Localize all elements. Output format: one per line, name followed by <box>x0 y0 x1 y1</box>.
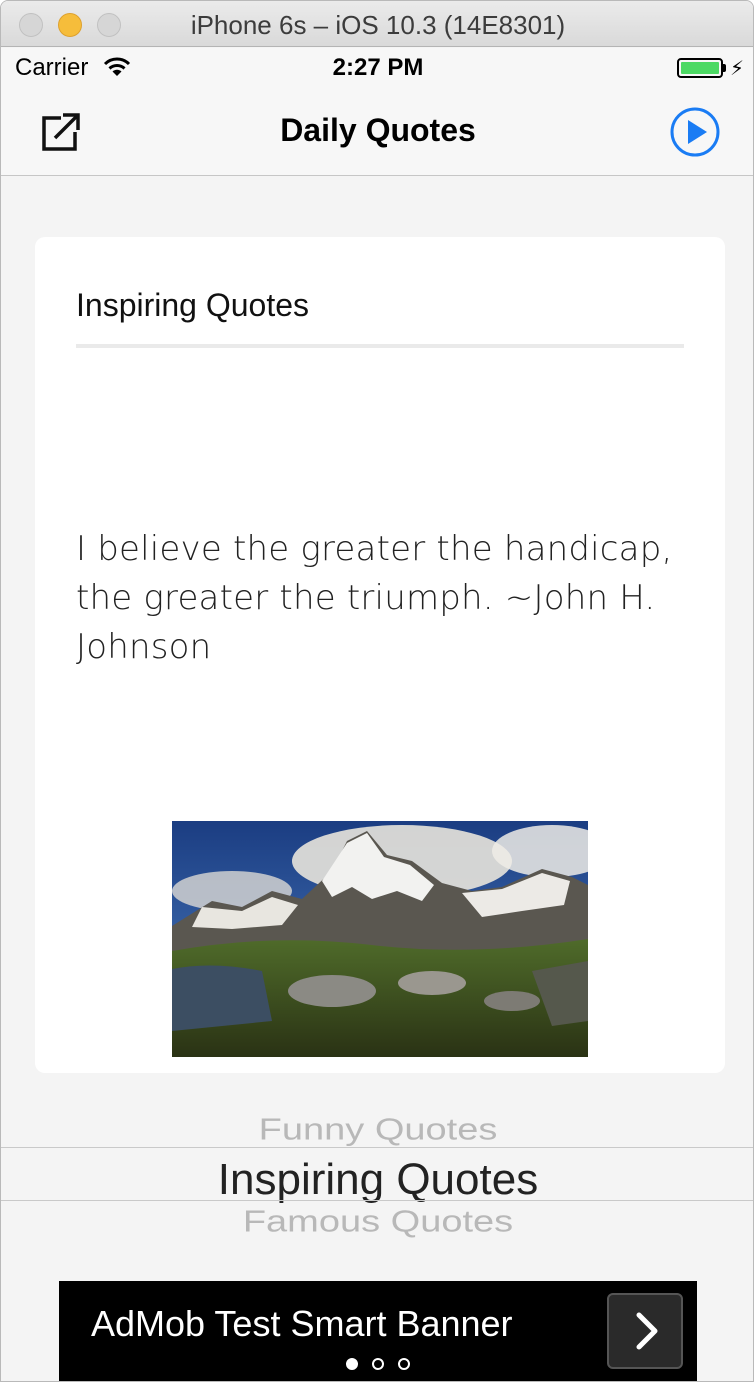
category-picker[interactable]: Funny Quotes Inspiring Quotes Famous Quo… <box>1 1083 753 1243</box>
navigation-bar: Daily Quotes <box>1 88 753 176</box>
simulator-window: iPhone 6s – iOS 10.3 (14E8301) Carrier 2… <box>0 0 754 1382</box>
picker-option-selected[interactable]: Inspiring Quotes <box>1 1155 753 1205</box>
picker-option-next[interactable]: Famous Quotes <box>1 1205 753 1239</box>
picker-option-previous[interactable]: Funny Quotes <box>1 1113 753 1147</box>
picker-selection-bottom-line <box>1 1200 753 1201</box>
picker-selection-top-line <box>1 1147 753 1148</box>
quote-card: Inspiring Quotes I believe the greater t… <box>35 237 725 1073</box>
quote-text: I believe the greater the handicap, the … <box>76 529 673 667</box>
ad-banner-text: AdMob Test Smart Banner <box>91 1303 513 1344</box>
status-time: 2:27 PM <box>332 54 424 81</box>
charging-icon: ⚡ <box>730 58 745 80</box>
card-title: Inspiring Quotes <box>76 287 310 323</box>
status-bar: Carrier 2:27 PM ⚡ <box>1 48 753 88</box>
window-title: iPhone 6s – iOS 10.3 (14E8301) <box>190 10 566 40</box>
play-icon[interactable] <box>669 106 721 158</box>
page-title: Daily Quotes <box>280 112 476 148</box>
mountain-landscape-image <box>172 821 588 1057</box>
main-content: Inspiring Quotes I believe the greater t… <box>1 177 753 1381</box>
page-dot <box>372 1358 384 1370</box>
battery-icon <box>677 58 723 78</box>
window-titlebar: iPhone 6s – iOS 10.3 (14E8301) <box>1 1 753 47</box>
page-dot-active <box>346 1358 358 1370</box>
ad-page-indicator <box>59 1357 697 1375</box>
ad-banner[interactable]: AdMob Test Smart Banner <box>59 1281 697 1381</box>
page-dot <box>398 1358 410 1370</box>
divider <box>76 344 684 348</box>
